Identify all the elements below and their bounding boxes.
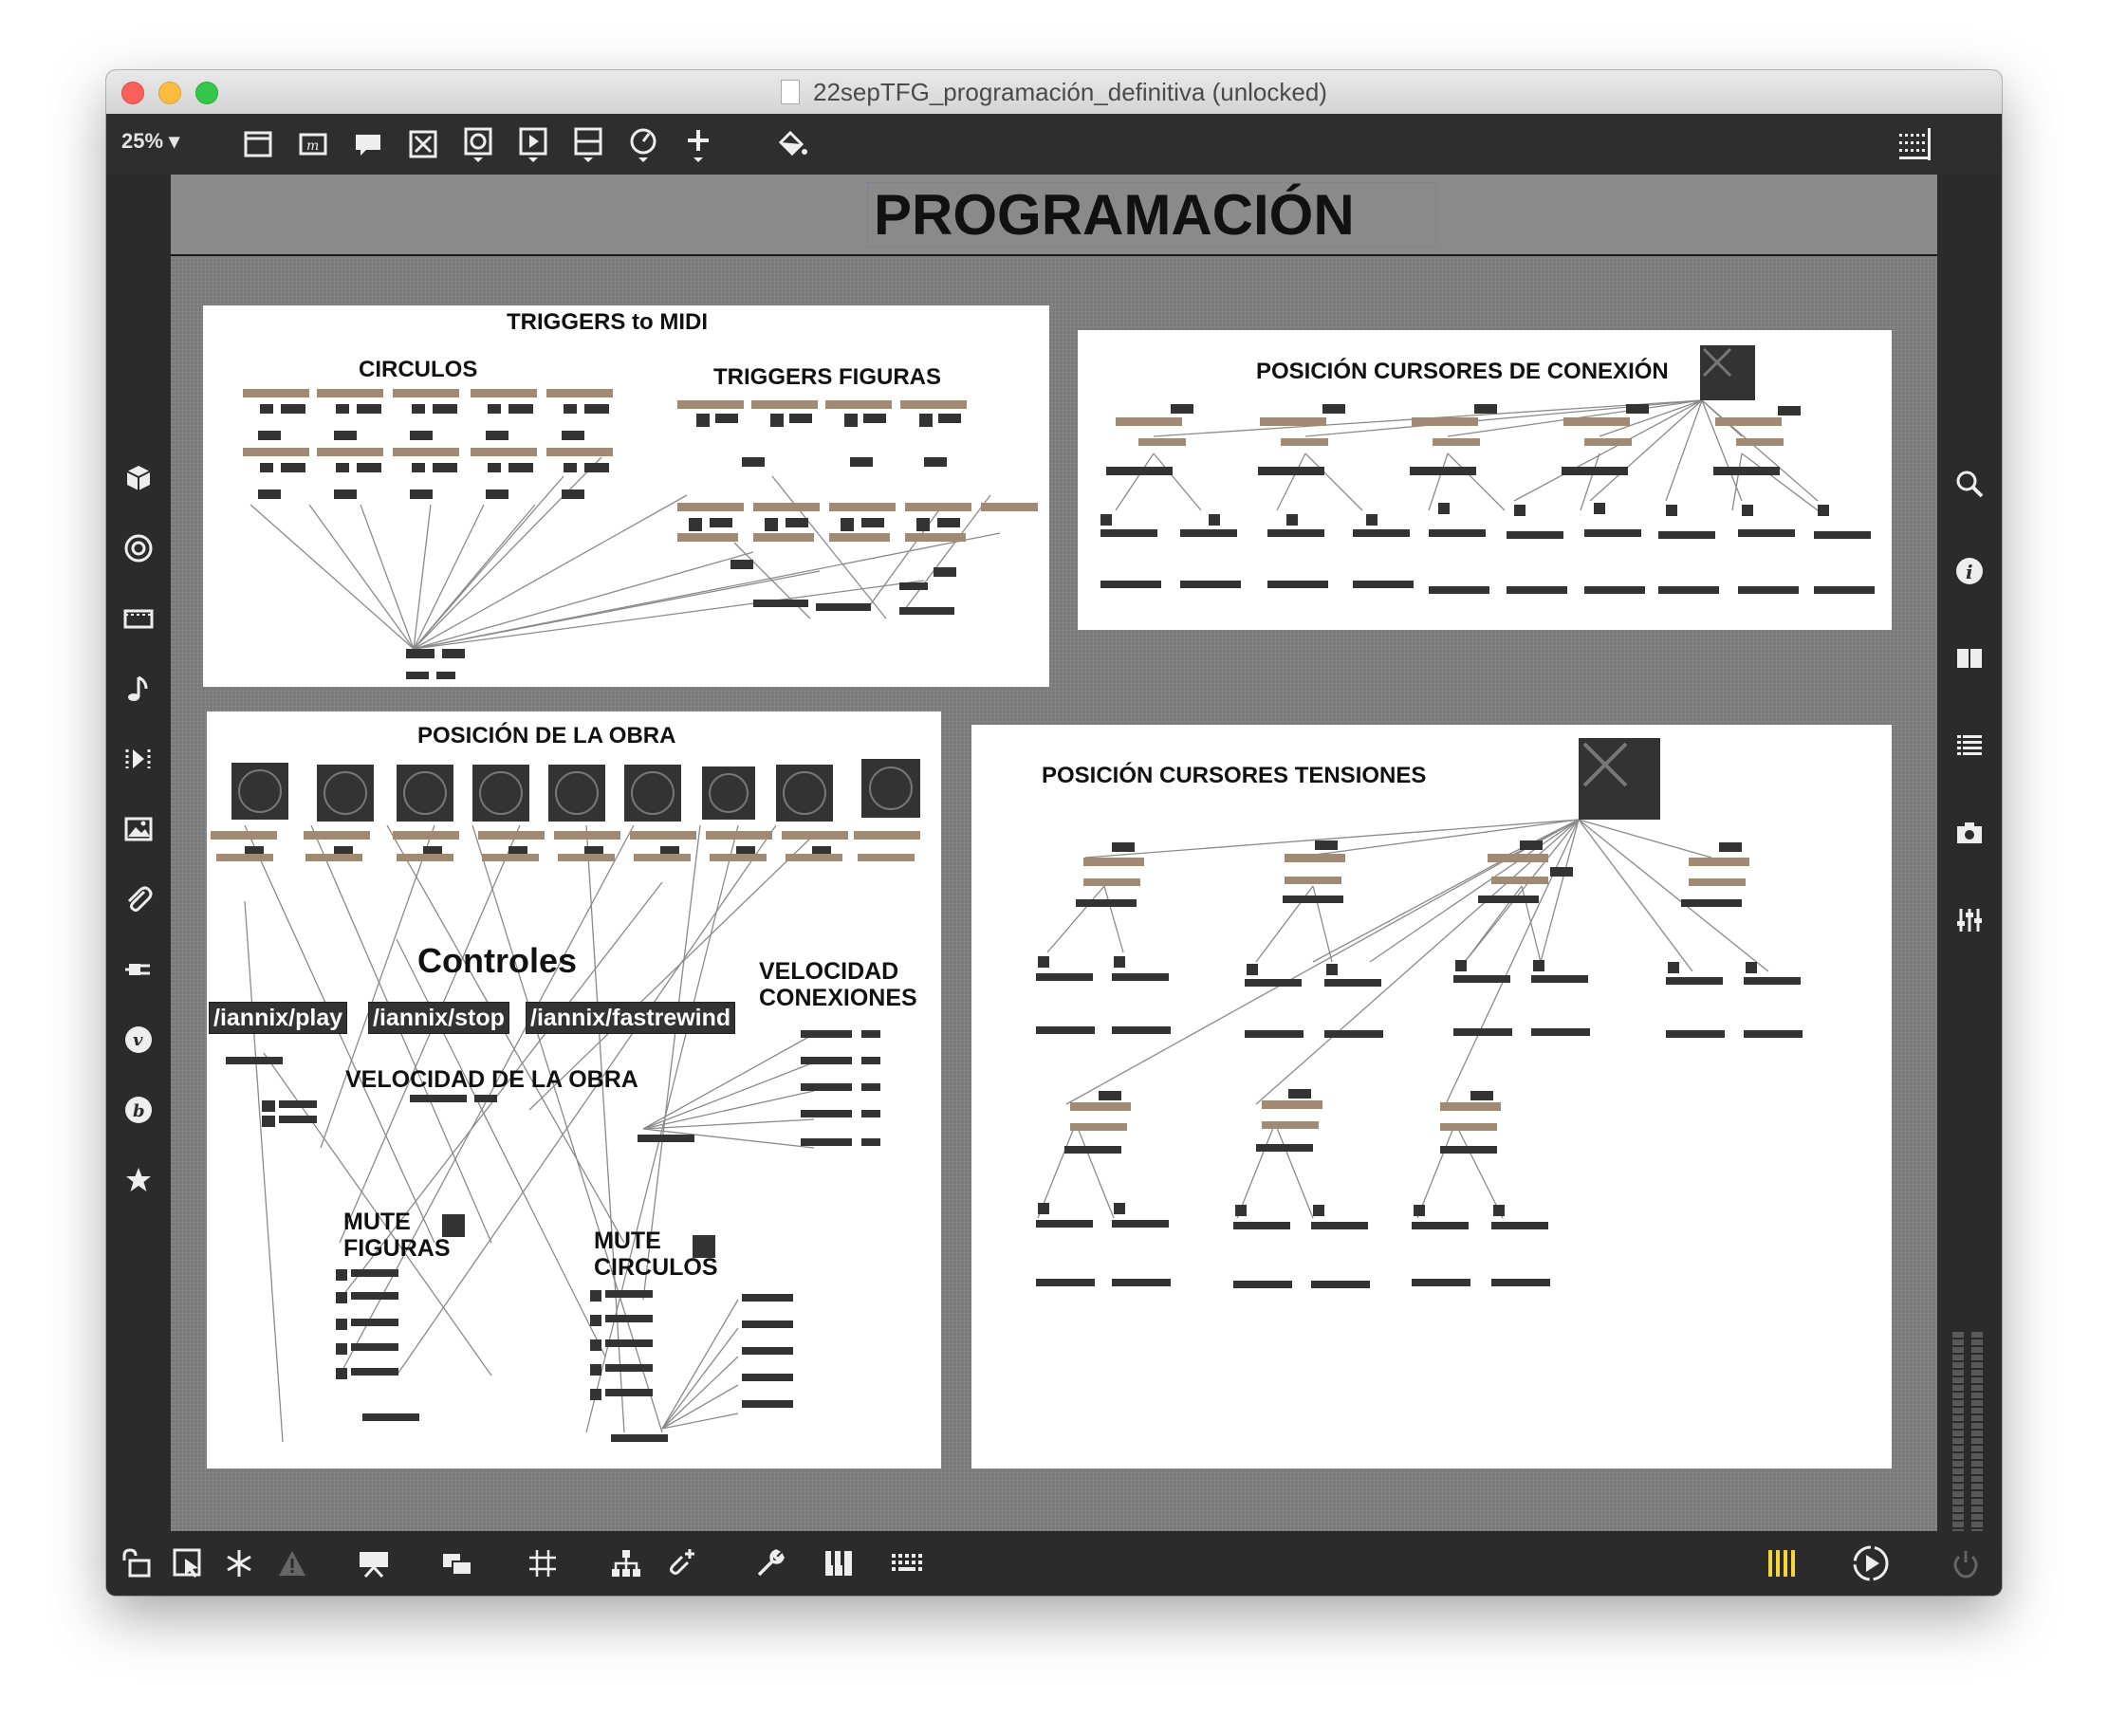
split-view-icon[interactable] <box>1951 639 1988 677</box>
patcher-canvas[interactable]: PROGRAMACIÓN TRIGGERS to MIDI CIRCULOS T… <box>171 175 1937 1531</box>
mute-figuras-line1: MUTE <box>343 1209 411 1235</box>
close-x-icon[interactable] <box>1700 345 1755 400</box>
tensiones-patch-lines <box>1036 819 1803 1288</box>
warning-icon[interactable] <box>273 1544 311 1582</box>
play-message-button[interactable]: /iannix/play <box>209 1002 348 1034</box>
media-step-icon[interactable] <box>120 740 157 778</box>
zoom-menu[interactable]: 25% ▾ <box>121 129 179 154</box>
svg-text:v: v <box>133 1030 143 1050</box>
label-circulos: CIRCULOS <box>359 357 478 382</box>
panel-cursores-conexion: POSICIÓN CURSORES DE CONEXIÓN <box>1078 330 1892 630</box>
audio-bars-icon[interactable] <box>1763 1544 1801 1582</box>
top-toolbar: 25% ▾ m <box>106 114 2002 175</box>
panel-posicion-obra: POSICIÓN DE LA OBRA Controles /iannix/pl… <box>207 711 941 1468</box>
presentation-icon[interactable] <box>355 1544 393 1582</box>
svg-text:b: b <box>133 1101 145 1121</box>
film-icon[interactable] <box>120 600 157 637</box>
panel-triggers-to-midi: TRIGGERS to MIDI CIRCULOS TRIGGERS FIGUR… <box>203 305 1049 687</box>
label-velocidad-obra: VELOCIDAD DE LA OBRA <box>345 1066 638 1093</box>
left-sidebar: v b <box>106 175 171 1531</box>
hierarchy-icon[interactable] <box>607 1544 645 1582</box>
close-x-icon[interactable] <box>1579 738 1660 820</box>
camera-icon[interactable] <box>1951 814 1988 852</box>
star-icon[interactable] <box>120 1161 157 1199</box>
mute-circulos-line2: CIRCULOS <box>594 1254 718 1281</box>
dial-object-icon[interactable] <box>624 125 662 163</box>
panel-title-obra: POSICIÓN DE LA OBRA <box>417 723 676 748</box>
wrench-icon[interactable] <box>751 1544 789 1582</box>
mute-figuras-line2: FIGURAS <box>343 1235 451 1262</box>
header-band: PROGRAMACIÓN <box>171 175 1937 256</box>
plug-icon[interactable] <box>120 951 157 988</box>
label-mute-figuras: MUTE FIGURAS <box>343 1209 451 1262</box>
grid-toggle-icon[interactable] <box>1895 125 1933 163</box>
add-clip-icon[interactable] <box>662 1544 700 1582</box>
info-icon[interactable]: i <box>1951 552 1988 590</box>
b-badge-icon[interactable]: b <box>120 1091 157 1129</box>
image-icon[interactable] <box>120 810 157 848</box>
title-bar: 22sepTFG_programación_definitiva (unlock… <box>106 70 2002 115</box>
svg-text:m: m <box>306 139 319 154</box>
music-note-icon[interactable] <box>120 670 157 708</box>
fastrewind-message-button[interactable]: /iannix/fastrewind <box>526 1002 736 1034</box>
power-icon[interactable] <box>1947 1544 1985 1582</box>
bottom-toolbar <box>106 1531 2002 1596</box>
panel-title-conexion: POSICIÓN CURSORES DE CONEXIÓN <box>1256 359 1669 384</box>
button-object-icon[interactable] <box>459 125 497 163</box>
label-mute-circulos: MUTE CIRCULOS <box>594 1228 718 1281</box>
mixer-sliders-icon[interactable] <box>1951 901 1988 939</box>
panel-cursores-tensiones: POSICIÓN CURSORES TENSIONES <box>971 725 1892 1468</box>
window-title-text: 22sepTFG_programación_definitiva (unlock… <box>813 78 1327 106</box>
label-velocidad-conexiones: VELOCIDAD CONEXIONES <box>759 958 917 1011</box>
paint-bucket-icon[interactable] <box>772 125 810 163</box>
velocidad-conexiones-line1: VELOCIDAD <box>759 958 899 985</box>
lock-icon[interactable] <box>118 1544 156 1582</box>
label-triggers-figuras: TRIGGERS FIGURAS <box>713 364 942 390</box>
max-patcher-window: 22sepTFG_programación_definitiva (unlock… <box>106 70 2002 1596</box>
svg-text:i: i <box>1966 561 1973 583</box>
v-badge-icon[interactable]: v <box>120 1021 157 1059</box>
right-sidebar: i <box>1937 175 2002 1531</box>
level-meter <box>1952 1332 1985 1531</box>
toggle-icon[interactable] <box>404 125 442 163</box>
page-title: PROGRAMACIÓN <box>867 182 1436 247</box>
comment-icon[interactable] <box>349 125 387 163</box>
velocidad-conexiones-line2: CONEXIONES <box>759 985 917 1011</box>
cube-icon[interactable] <box>120 459 157 497</box>
stop-message-button[interactable]: /iannix/stop <box>368 1002 509 1034</box>
panel-title-triggers: TRIGGERS to MIDI <box>507 309 708 335</box>
windows-icon[interactable] <box>438 1544 476 1582</box>
panel-title-tensiones: POSICIÓN CURSORES TENSIONES <box>1042 763 1427 788</box>
mute-circulos-line1: MUTE <box>594 1228 661 1254</box>
document-icon <box>781 80 801 104</box>
label-controles: Controles <box>417 941 578 980</box>
zoom-value: 25% <box>121 129 164 153</box>
grid-icon[interactable] <box>524 1544 562 1582</box>
window-title: 22sepTFG_programación_definitiva (unlock… <box>106 78 2002 107</box>
freeze-icon[interactable] <box>220 1544 258 1582</box>
slider-object-icon[interactable] <box>569 125 607 163</box>
piano-keys-icon[interactable] <box>820 1544 858 1582</box>
keyboard-grid-icon[interactable] <box>888 1544 926 1582</box>
triggers-patch-lines <box>243 389 1038 679</box>
new-message-icon[interactable]: m <box>294 125 332 163</box>
play-object-icon[interactable] <box>514 125 552 163</box>
add-object-icon[interactable] <box>679 125 717 163</box>
list-icon[interactable] <box>1951 727 1988 765</box>
paperclip-icon[interactable] <box>120 880 157 918</box>
target-icon[interactable] <box>120 529 157 567</box>
transport-play-icon[interactable] <box>1852 1544 1890 1582</box>
presentation-cursor-icon[interactable] <box>169 1544 207 1582</box>
search-icon[interactable] <box>1951 465 1988 503</box>
new-object-icon[interactable] <box>239 125 277 163</box>
